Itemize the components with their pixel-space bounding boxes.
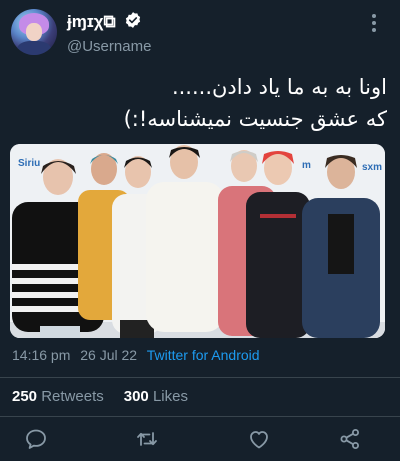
- avatar[interactable]: [11, 9, 57, 55]
- more-vertical-icon[interactable]: [366, 12, 382, 34]
- retweets-stat[interactable]: 250 Retweets: [12, 388, 104, 405]
- group-photo-illustration: Siriu sxm m xm m: [10, 144, 385, 338]
- backdrop-logo-3: m: [302, 160, 311, 171]
- tweet-meta: 14:16 pm 26 Jul 22 Twitter for Android: [12, 347, 266, 363]
- backdrop-logo-2: sxm: [362, 162, 382, 173]
- backdrop-logo-1: Siriu: [18, 158, 40, 169]
- retweet-icon[interactable]: [135, 427, 159, 451]
- display-name[interactable]: ɉɱɪχ⧉: [67, 11, 142, 32]
- heart-icon[interactable]: [247, 427, 271, 451]
- tweet-source-app[interactable]: Twitter for Android: [147, 347, 260, 363]
- tweet-date: 26 Jul 22: [80, 347, 138, 363]
- likes-label: Likes: [152, 388, 188, 405]
- display-name-text: ɉɱɪχ: [67, 12, 104, 31]
- verified-badge-icon: [126, 12, 141, 28]
- retweets-count: 250: [12, 388, 38, 405]
- likes-count: 300: [123, 388, 149, 405]
- tweet-text: اونا به به ما یاد دادن...... که عشق جنسی…: [11, 71, 387, 135]
- reply-icon[interactable]: [24, 427, 48, 451]
- tweet-stats: 250 Retweets 300 Likes: [12, 388, 188, 405]
- display-name-suffix: ⧉: [103, 12, 116, 31]
- retweets-label: Retweets: [41, 388, 104, 405]
- share-icon[interactable]: [338, 427, 362, 451]
- tweet-text-line-1: اونا به به ما یاد دادن......: [171, 75, 387, 99]
- tweet-photo[interactable]: Siriu sxm m xm m: [10, 144, 385, 338]
- divider: [0, 377, 400, 378]
- tweet-time: 14:16 pm: [12, 347, 71, 363]
- tweet-text-line-2: که عشق جنسیت نمیشناسه!:): [123, 107, 387, 131]
- likes-stat[interactable]: 300 Likes: [124, 388, 188, 405]
- tweet-header: ɉɱɪχ⧉ @Username: [0, 0, 400, 62]
- divider: [0, 416, 400, 417]
- tweet-actions: [0, 424, 400, 454]
- username[interactable]: @Username: [67, 38, 151, 55]
